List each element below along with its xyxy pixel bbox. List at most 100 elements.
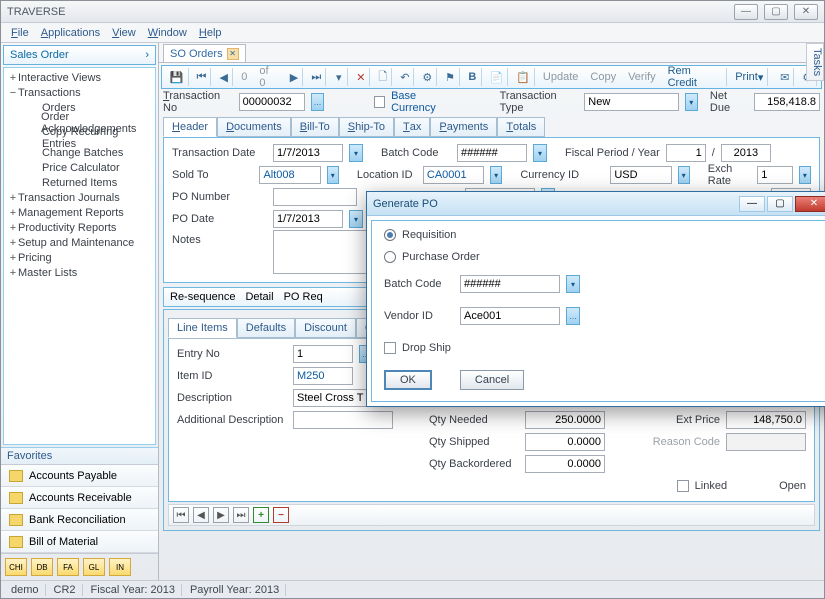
dlg-vendor-id-lookup[interactable]: … (566, 307, 580, 325)
base-currency-checkbox[interactable] (374, 96, 385, 108)
trans-date-picker[interactable]: ▾ (349, 144, 363, 162)
tab-payments[interactable]: Payments (430, 117, 497, 137)
side-panel-title[interactable]: Sales Order › (3, 45, 156, 65)
close-button[interactable]: ✕ (794, 4, 818, 20)
currency-id-dropdown[interactable]: ▾ (678, 166, 690, 184)
po-date-field[interactable]: 1/7/2013 (273, 210, 343, 228)
drop-ship-checkbox[interactable] (384, 342, 396, 354)
line-tab[interactable]: Line Items (168, 318, 237, 338)
module-button[interactable]: GL (83, 558, 105, 576)
tree-node[interactable]: +Interactive Views (4, 70, 155, 85)
doc-icon[interactable]: 📄 (486, 68, 509, 86)
undo-icon[interactable]: ↶ (396, 68, 414, 86)
nav-next-icon[interactable]: ▶ (285, 68, 303, 86)
nav-prev-icon[interactable]: ◀ (215, 68, 233, 86)
tab-tax[interactable]: Tax (394, 117, 430, 137)
qty-backordered-field[interactable]: 0.0000 (525, 455, 605, 473)
dlg-batch-code-dropdown[interactable]: ▾ (566, 275, 580, 293)
batch-code-dropdown[interactable]: ▾ (533, 144, 547, 162)
chevron-right-icon[interactable]: › (145, 49, 149, 61)
location-id-dropdown[interactable]: ▾ (490, 166, 502, 184)
expander-icon[interactable]: + (8, 267, 18, 279)
tree-node[interactable]: +Setup and Maintenance (4, 235, 155, 250)
tab-ship-to[interactable]: Ship-To (339, 117, 394, 137)
minimize-button[interactable]: — (734, 4, 758, 20)
rec-add-icon[interactable]: + (253, 507, 269, 523)
transaction-type-field[interactable]: New (584, 93, 678, 111)
print-button[interactable]: Print ▾ (731, 68, 768, 86)
expander-icon[interactable]: + (8, 72, 18, 84)
item-id-field[interactable]: M250 (293, 367, 353, 385)
menu-help[interactable]: Help (199, 27, 222, 39)
menu-view[interactable]: View (112, 27, 136, 39)
sold-to-field[interactable]: Alt008 (259, 166, 320, 184)
dialog-max-icon[interactable]: ▢ (767, 196, 793, 212)
tree-node[interactable]: −Transactions (4, 85, 155, 100)
dlg-vendor-id-field[interactable]: Ace001 (460, 307, 560, 325)
tab-bill-to[interactable]: Bill-To (291, 117, 339, 137)
qty-shipped-field[interactable]: 0.0000 (525, 433, 605, 451)
po-number-field[interactable] (273, 188, 357, 206)
po-req-button[interactable]: PO Req (284, 291, 323, 303)
qty-needed-field[interactable]: 250.0000 (525, 411, 605, 429)
dialog-min-icon[interactable]: — (739, 196, 765, 212)
favorite-item[interactable]: Bill of Material (1, 531, 158, 553)
location-id-field[interactable]: CA0001 (423, 166, 484, 184)
sold-to-dropdown[interactable]: ▾ (327, 166, 339, 184)
nav-last-icon[interactable]: ⏭ (307, 68, 326, 86)
expander-icon[interactable]: − (8, 87, 18, 99)
remcredit-button[interactable]: Rem Credit (664, 68, 728, 86)
menu-window[interactable]: Window (148, 27, 187, 39)
trans-date-field[interactable]: 1/7/2013 (273, 144, 343, 162)
tree-node[interactable]: Copy Recurring Entries (4, 130, 155, 145)
currency-id-field[interactable]: USD (610, 166, 671, 184)
module-button[interactable]: FA (57, 558, 79, 576)
addl-desc-field[interactable] (293, 411, 393, 429)
expander-icon[interactable]: + (8, 222, 18, 234)
favorite-item[interactable]: Accounts Receivable (1, 487, 158, 509)
tree-node[interactable]: +Productivity Reports (4, 220, 155, 235)
expander-icon[interactable]: + (8, 192, 18, 204)
line-tab[interactable]: Discount (295, 318, 356, 338)
linked-checkbox[interactable] (677, 480, 689, 492)
requisition-radio[interactable] (384, 229, 396, 241)
cancel-button[interactable]: Cancel (460, 370, 524, 390)
copy-icon[interactable]: 📋 (512, 68, 535, 86)
expander-icon[interactable]: + (8, 237, 18, 249)
tree-node[interactable]: +Management Reports (4, 205, 155, 220)
favorite-item[interactable]: Accounts Payable (1, 465, 158, 487)
nav-tree[interactable]: +Interactive Views−TransactionsOrdersOrd… (3, 67, 156, 445)
rec-delete-icon[interactable]: − (273, 507, 289, 523)
tab-totals[interactable]: Totals (497, 117, 545, 137)
dialog-close-icon[interactable]: ✕ (795, 196, 825, 212)
nav-first-icon[interactable]: ⏮ (193, 68, 212, 86)
detail-button[interactable]: Detail (245, 291, 273, 303)
po-date-picker[interactable]: ▾ (349, 210, 363, 228)
exch-rate-dropdown[interactable]: ▾ (799, 166, 811, 184)
tab-documents[interactable]: Documents (217, 117, 291, 137)
fiscal-year-field[interactable]: 2013 (721, 144, 771, 162)
module-button[interactable]: CHI (5, 558, 27, 576)
verify-button[interactable]: Verify (624, 71, 660, 83)
line-tab[interactable]: Defaults (237, 318, 295, 338)
rec-prev-icon[interactable]: ◀ (193, 507, 209, 523)
expander-icon[interactable]: + (8, 252, 18, 264)
favorite-item[interactable]: Bank Reconciliation (1, 509, 158, 531)
new-icon[interactable]: 🗋 (374, 68, 392, 86)
action-icon[interactable]: ⚙ (418, 68, 437, 86)
flag-icon[interactable]: ⚑ (441, 68, 460, 86)
tasks-sidebar[interactable]: Tasks (806, 43, 824, 81)
save-icon[interactable]: 💾 (166, 68, 189, 86)
copy-button[interactable]: Copy (586, 71, 620, 83)
transaction-no-field[interactable]: 00000032 (239, 93, 305, 111)
tree-node[interactable]: Price Calculator (4, 160, 155, 175)
close-tab-icon[interactable]: ✕ (227, 48, 239, 60)
favorites-header[interactable]: Favorites (1, 447, 158, 465)
rec-next-icon[interactable]: ▶ (213, 507, 229, 523)
update-button[interactable]: Update (539, 71, 582, 83)
resequence-button[interactable]: Re-sequence (170, 291, 235, 303)
maximize-button[interactable]: ▢ (764, 4, 788, 20)
doc-tab-so-orders[interactable]: SO Orders ✕ (163, 44, 246, 62)
batch-code-field[interactable]: ###### (457, 144, 527, 162)
mail-icon[interactable]: ✉ (776, 68, 794, 86)
